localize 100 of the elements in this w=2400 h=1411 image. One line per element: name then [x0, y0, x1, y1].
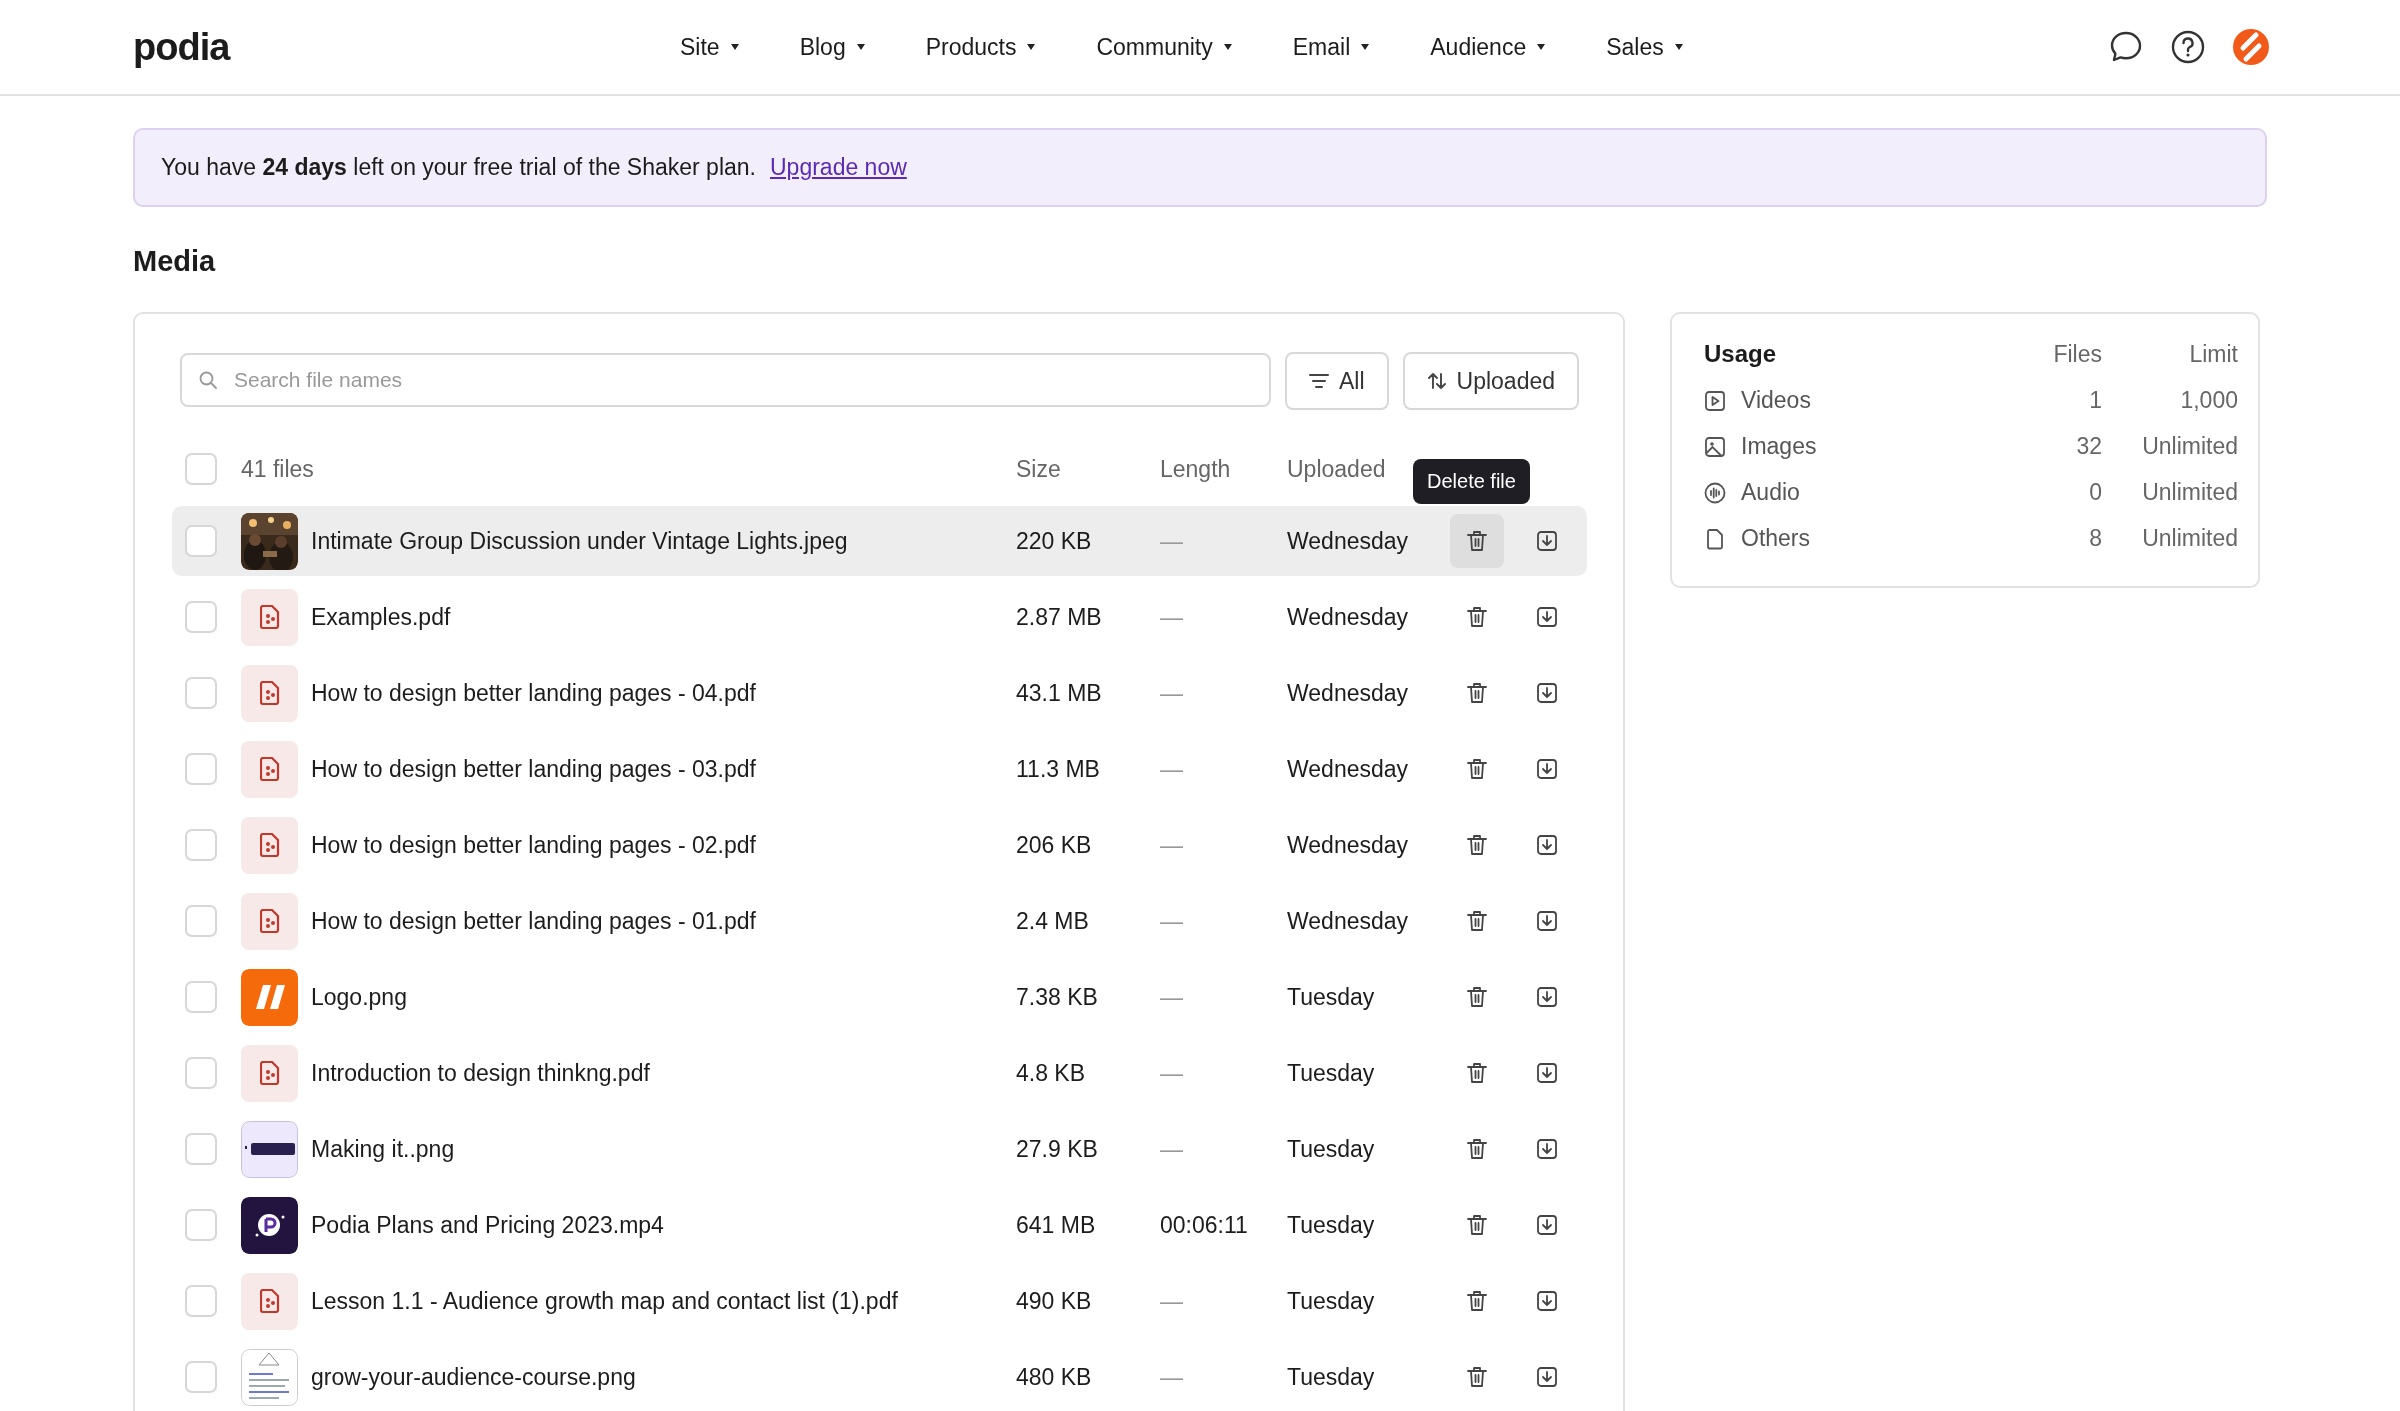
- usage-count: 8: [2088, 525, 2102, 552]
- usage-label: Images: [1741, 433, 1817, 460]
- file-icon: [259, 757, 280, 781]
- upload-date: Wednesday: [1287, 831, 1409, 858]
- row-checkbox[interactable]: [185, 753, 217, 785]
- file-name: Introduction to design thinkng.pdf: [311, 1059, 650, 1086]
- help-icon[interactable]: [2170, 29, 2206, 65]
- trash-icon: [1467, 1138, 1487, 1160]
- file-row[interactable]: How to design better landing pages - 02.pdf 206 KB — Wednesday: [172, 810, 1587, 880]
- file-size: 7.38 KB: [1016, 983, 1098, 1010]
- trash-icon: [1467, 1290, 1487, 1312]
- row-checkbox[interactable]: [185, 1057, 217, 1089]
- sort-button[interactable]: Uploaded: [1402, 352, 1579, 410]
- file-size: 4.8 KB: [1016, 1059, 1086, 1086]
- file-name: Making it..png: [311, 1135, 455, 1162]
- nav-menu-item[interactable]: Products: [925, 33, 1037, 61]
- trash-icon: [1467, 758, 1487, 780]
- caret-icon: [729, 43, 740, 51]
- file-row[interactable]: Podia Plans and Pricing 2023.mp4 641 MB 00:06:11 Tuesday: [172, 1190, 1587, 1260]
- search-field[interactable]: Search file names: [180, 353, 1271, 407]
- row-checkbox[interactable]: [185, 525, 217, 557]
- nav-menu-item[interactable]: Blog: [799, 33, 866, 61]
- column-header: Limit: [2188, 340, 2238, 368]
- usage-count: 0: [2088, 479, 2102, 506]
- filter-icon: [1308, 373, 1329, 389]
- download-icon: [1536, 1290, 1558, 1312]
- file-row[interactable]: How to design better landing pages - 03.pdf 11.3 MB — Wednesday: [172, 734, 1587, 804]
- usage-label: Videos: [1741, 387, 1811, 414]
- nav-menu-item[interactable]: Site: [680, 33, 740, 61]
- row-checkbox[interactable]: [185, 1361, 217, 1393]
- upload-date: Tuesday: [1287, 1135, 1375, 1162]
- caret-icon: [1360, 43, 1371, 51]
- upload-date: Tuesday: [1287, 1363, 1375, 1390]
- row-checkbox[interactable]: [185, 981, 217, 1013]
- caret-icon: [1026, 43, 1037, 51]
- file-size: 2.87 MB: [1016, 603, 1102, 630]
- filter-button[interactable]: All: [1284, 352, 1389, 410]
- caret-icon: [1222, 43, 1233, 51]
- file-row[interactable]: Making it..png 27.9 KB — Tuesday: [172, 1114, 1587, 1184]
- trash-icon: [1467, 1366, 1487, 1388]
- sort-icon: [1426, 371, 1447, 391]
- podia-logo[interactable]: podia: [133, 25, 230, 69]
- file-row[interactable]: grow-your-audience-course.png 480 KB — Tuesday: [172, 1342, 1587, 1411]
- column-header: Files: [2052, 340, 2102, 368]
- file-length: —: [1160, 755, 1183, 782]
- nav-menu-item[interactable]: Community: [1096, 33, 1233, 61]
- nav-menu-item[interactable]: Email: [1292, 33, 1371, 61]
- audio-icon: [1704, 481, 1726, 504]
- row-checkbox[interactable]: [185, 905, 217, 937]
- file-row[interactable]: Examples.pdf 2.87 MB — Wednesday: [172, 582, 1587, 652]
- file-length: —: [1160, 983, 1183, 1010]
- download-icon: [1536, 1366, 1558, 1388]
- file-length: —: [1160, 679, 1183, 706]
- row-checkbox[interactable]: [185, 829, 217, 861]
- trash-icon: [1467, 530, 1487, 552]
- download-icon: [1536, 758, 1558, 780]
- video-thumbnail: [241, 1196, 298, 1254]
- usage-limit: Unlimited: [2141, 525, 2238, 552]
- file-length: —: [1160, 831, 1183, 858]
- file-row[interactable]: How to design better landing pages - 01.pdf 2.4 MB — Wednesday: [172, 886, 1587, 956]
- page-title: Media: [133, 245, 217, 278]
- file-row[interactable]: Introduction to design thinkng.pdf 4.8 KB — Tuesday: [172, 1038, 1587, 1108]
- avatar-icon[interactable]: [2232, 28, 2270, 66]
- usage-count: 32: [2075, 433, 2102, 460]
- file-name: Logo.png: [311, 983, 407, 1010]
- nav-menu-item[interactable]: Sales: [1606, 33, 1684, 61]
- file-icon: [259, 1061, 280, 1085]
- file-row[interactable]: Logo.png 7.38 KB — Tuesday: [172, 962, 1587, 1032]
- file-size: 220 KB: [1016, 527, 1092, 554]
- file-row[interactable]: How to design better landing pages - 04.pdf 43.1 MB — Wednesday: [172, 658, 1587, 728]
- file-icon: [259, 681, 280, 705]
- delete-button[interactable]: [1450, 514, 1504, 568]
- file-length: 00:06:11: [1160, 1211, 1248, 1238]
- usage-title: Usage: [1704, 340, 1778, 368]
- logo-thumbnail: [241, 968, 298, 1026]
- caret-icon: [1673, 43, 1684, 51]
- file-name: Podia Plans and Pricing 2023.mp4: [311, 1211, 664, 1238]
- file-size: 2.4 MB: [1016, 907, 1089, 934]
- file-length: —: [1160, 1135, 1183, 1162]
- row-checkbox[interactable]: [185, 1209, 217, 1241]
- caret-icon: [1536, 43, 1547, 51]
- file-size: 11.3 MB: [1016, 755, 1100, 782]
- upload-date: Wednesday: [1287, 907, 1409, 934]
- download-icon: [1536, 1138, 1558, 1160]
- row-checkbox[interactable]: [185, 677, 217, 709]
- file-length: —: [1160, 527, 1183, 554]
- row-checkbox[interactable]: [185, 601, 217, 633]
- file-icon: [1704, 527, 1726, 550]
- upgrade-link[interactable]: Upgrade now: [770, 154, 907, 181]
- nav-menu-item[interactable]: Audience: [1430, 33, 1547, 61]
- row-checkbox[interactable]: [185, 1285, 217, 1317]
- upload-date: Wednesday: [1287, 755, 1409, 782]
- row-checkbox[interactable]: [185, 1133, 217, 1165]
- download-icon: [1536, 1214, 1558, 1236]
- trial-message: You have 24 days left on your free trial of the Shaker plan.: [161, 154, 756, 181]
- file-length: —: [1160, 1363, 1183, 1390]
- file-length: —: [1160, 907, 1183, 934]
- trash-icon: [1467, 910, 1487, 932]
- file-row[interactable]: Lesson 1.1 - Audience growth map and contact list (1).pdf 490 KB — Tuesday: [172, 1266, 1587, 1336]
- select-all-checkbox[interactable]: [185, 453, 217, 485]
